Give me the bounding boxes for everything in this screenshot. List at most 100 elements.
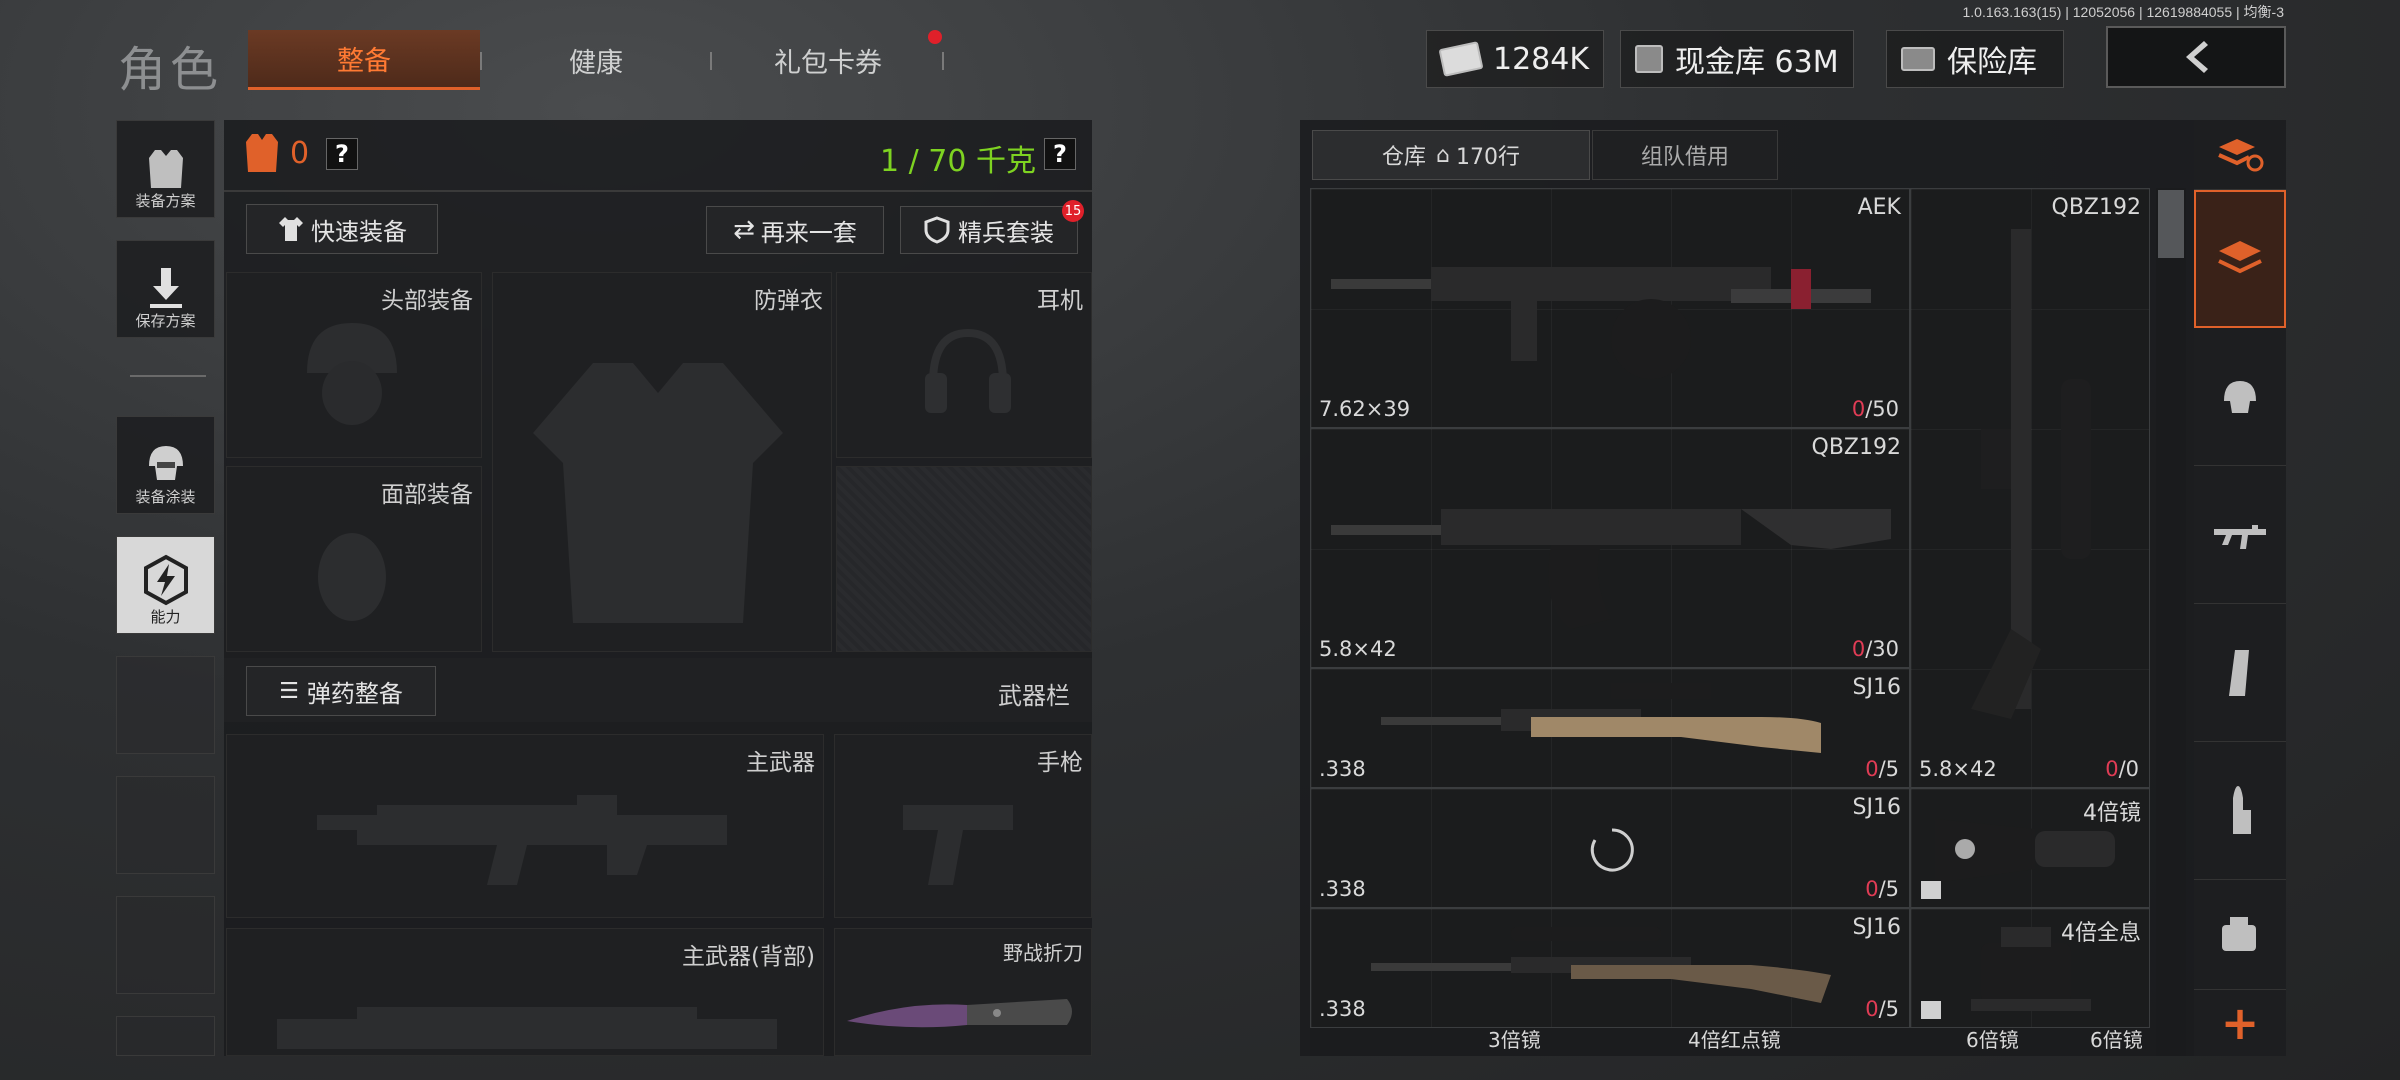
loadout-plan-button[interactable]: 装备方案 [116,120,215,218]
notification-dot [928,30,942,44]
add-button[interactable]: + [2194,990,2286,1056]
ammo-equip-label: 弹药整备 [306,679,403,708]
rifle-icon [2214,524,2266,549]
side-label: 装备方案 [135,192,196,210]
storage-item[interactable]: AEK 7.62×39 0/50 [1310,188,1910,428]
download-icon [149,268,182,308]
slot-label: 主武器(背部) [682,944,815,970]
scrollbar-track[interactable] [2156,188,2186,1056]
primary-weapon-slot[interactable]: 主武器 [226,734,824,918]
vest-placeholder-icon [533,363,783,623]
box-icon [1921,1001,1941,1019]
slot-label: 防弹衣 [754,288,823,314]
side-label: 能力 [150,608,181,626]
headset-slot[interactable]: 耳机 [836,272,1092,458]
armor-help-icon[interactable]: ? [326,138,358,170]
head-slot[interactable]: 头部装备 [226,272,482,458]
cash-display[interactable]: 1284K [1426,30,1605,88]
back-weapon-slot[interactable]: 主武器(背部) [226,928,824,1056]
shield-icon [924,216,950,244]
storage-item[interactable]: 4倍镜 [1910,788,2150,908]
item-ammo: 0/0 [2105,757,2139,781]
team-borrow-tab[interactable]: 组队借用 [1592,130,1778,180]
helmet-icon [2224,380,2256,413]
storage-item[interactable]: SJ16 .338 0/5 [1310,788,1910,908]
home-icon: ⌂ [1436,142,1450,168]
armor-icon [246,134,278,172]
ammo-icon [2233,785,2251,834]
item-name: QBZ192 [1811,435,1901,460]
safe-icon [1901,47,1935,71]
elite-kit-label: 精兵套装 [958,218,1054,247]
equipment-skin-button[interactable]: 装备涂装 [116,416,215,514]
category-rifle[interactable] [2194,466,2286,604]
item-caliber: .338 [1319,757,1366,781]
elite-kit-button[interactable]: 精兵套装 [900,206,1078,254]
slot-label: 手枪 [1037,750,1083,776]
holo-sight-icon [1971,927,2091,1011]
ability-button[interactable]: 能力 [116,536,215,634]
item-caliber: 5.8×42 [1319,637,1397,661]
empty-slot [116,656,215,754]
vest-slot[interactable]: 防弹衣 [492,272,832,652]
again-label: 再来一套 [760,218,857,247]
rifle-back-placeholder-icon [277,1007,777,1049]
category-helmet[interactable] [2194,328,2286,466]
side-divider [130,375,206,377]
shirt-icon [279,217,303,241]
item-caliber: .338 [1319,997,1366,1021]
tab-health[interactable]: 健康 [480,30,712,90]
storage-item[interactable]: QBZ192 5.8×42 0/0 [1910,188,2150,788]
weight-help-icon[interactable]: ? [1044,138,1076,170]
category-all[interactable] [2194,190,2286,328]
pistol-slot[interactable]: 手枪 [834,734,1092,918]
scope-icon [2222,916,2256,951]
vault-icon [1635,45,1663,73]
ammo-equip-button[interactable]: ☰ 弹药整备 [246,666,436,716]
item-name: QBZ192 [2051,195,2141,220]
storage-item[interactable]: SJ16 .338 0/5 [1310,908,1910,1028]
box-icon [1921,881,1941,899]
category-magazine[interactable] [2194,604,2286,742]
knife-icon [847,999,1072,1028]
face-slot[interactable]: 面部装备 [226,466,482,652]
warehouse-rows: 170行 [1455,145,1520,170]
scrollbar-thumb[interactable] [2158,190,2184,258]
tab-equip[interactable]: 整备 [248,30,480,90]
tab-gift[interactable]: 礼包卡券 [712,30,944,90]
refresh-icon: ⇄ [733,215,755,245]
storage-item[interactable]: QBZ192 5.8×42 0/30 [1310,428,1910,668]
side-label: 保存方案 [135,312,196,330]
helmet-icon [148,446,183,480]
weight-display: 1 / 70 千克 [880,144,1036,179]
knife-slot[interactable]: 野战折刀 [834,928,1092,1056]
storage-item[interactable]: SJ16 .338 0/5 [1310,668,1910,788]
scope-4x-icon [1935,819,2115,883]
warehouse-label: 仓库 [1382,145,1427,170]
cash-icon [1438,41,1484,77]
empty-slot [116,776,215,874]
category-scope[interactable] [2194,880,2286,990]
refresh-stack-button[interactable] [2194,120,2286,190]
warehouse-tab[interactable]: 仓库 ⌂ 170行 [1312,130,1590,180]
team-borrow-label: 组队借用 [1640,145,1729,170]
stack-icon [2218,241,2262,274]
back-button[interactable] [2106,26,2286,88]
lightning-icon [143,554,188,606]
storage-item[interactable]: 4倍全息 [1910,908,2150,1028]
item-name: AEK [1857,195,1901,220]
qbz192-vertical-icon [1971,229,2091,719]
aek-rifle-icon [1331,267,1871,379]
cash-vault-button[interactable]: 现金库 63M [1620,30,1854,88]
cash-vault-label: 现金库 63M [1675,45,1839,80]
loading-spinner-icon [1590,828,1634,872]
save-plan-button[interactable]: 保存方案 [116,240,215,338]
category-ammo[interactable] [2194,742,2286,880]
item-caliber: .338 [1319,877,1366,901]
item-ammo: 0/50 [1851,397,1899,421]
item-name: 6倍镜 [2090,1028,2143,1052]
mask-placeholder-icon [318,533,386,621]
quick-equip-button[interactable]: 快速装备 [246,204,438,254]
again-button[interactable]: ⇄ 再来一套 [706,206,884,254]
safe-box-button[interactable]: 保险库 [1886,30,2064,88]
